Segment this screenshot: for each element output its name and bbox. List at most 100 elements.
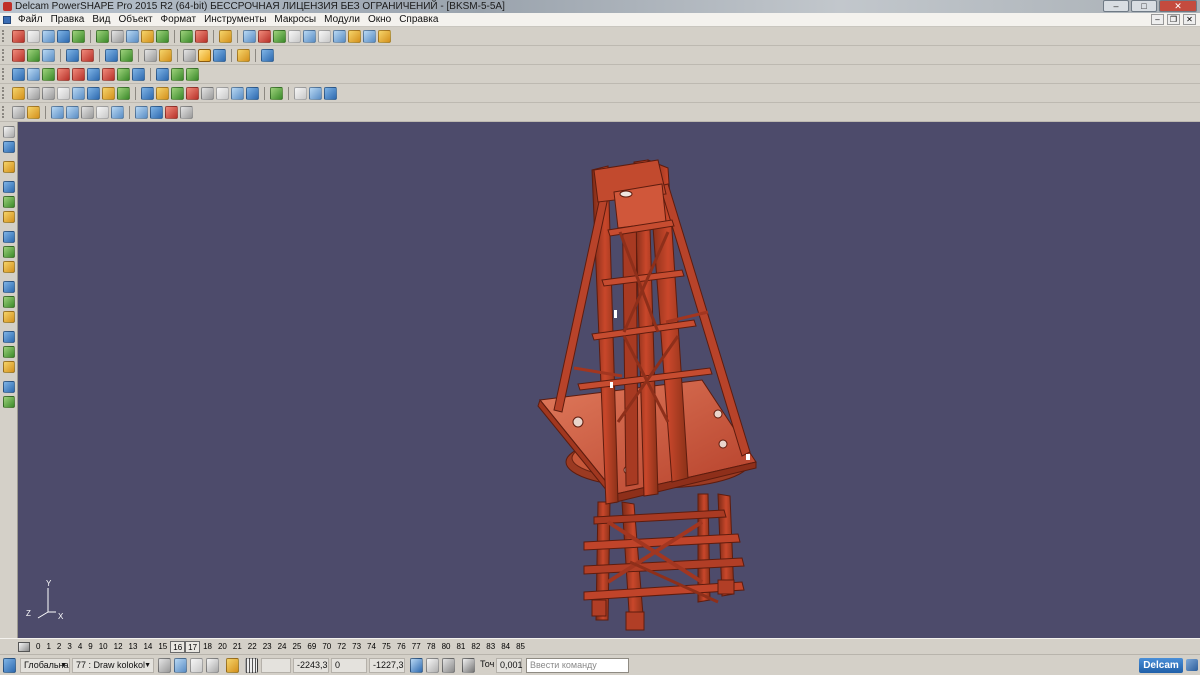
tool-c-icon[interactable] — [111, 106, 124, 119]
view-front-icon[interactable] — [27, 87, 40, 100]
level-0[interactable]: 0 — [33, 641, 43, 653]
mirror-icon[interactable] — [132, 68, 145, 81]
level-74[interactable]: 74 — [364, 641, 379, 653]
texture-icon[interactable] — [3, 396, 15, 408]
extra2-icon[interactable] — [309, 87, 322, 100]
undo-icon[interactable] — [180, 30, 193, 43]
level-15[interactable]: 15 — [155, 641, 170, 653]
toolbar-grip[interactable] — [2, 49, 8, 61]
level-24[interactable]: 24 — [275, 641, 290, 653]
level-12[interactable]: 12 — [111, 641, 126, 653]
extra3-icon[interactable] — [324, 87, 337, 100]
stack-icon[interactable] — [171, 68, 184, 81]
select-icon[interactable] — [3, 126, 15, 138]
view-iso4-icon[interactable] — [102, 87, 115, 100]
open-recent-icon[interactable] — [42, 30, 55, 43]
light-icon[interactable] — [237, 49, 250, 62]
menu-file[interactable]: Файл — [18, 13, 43, 27]
level-70[interactable]: 70 — [319, 641, 334, 653]
tolerance-icon[interactable] — [462, 658, 475, 673]
surface-icon[interactable] — [12, 68, 25, 81]
menu-help[interactable]: Справка — [399, 13, 438, 27]
cone-icon[interactable] — [42, 49, 55, 62]
check-icon[interactable] — [270, 87, 283, 100]
graphics-viewport[interactable]: Y Z X — [18, 122, 1200, 638]
wrap-icon[interactable] — [186, 68, 199, 81]
menu-macros[interactable]: Макросы — [274, 13, 316, 27]
view-iso2-icon[interactable] — [72, 87, 85, 100]
tool-b-icon[interactable] — [96, 106, 109, 119]
level-1[interactable]: 1 — [43, 641, 53, 653]
extra1-icon[interactable] — [294, 87, 307, 100]
level-16[interactable]: 16 — [170, 641, 186, 653]
zoom-window-icon[interactable] — [159, 49, 172, 62]
disp2-icon[interactable] — [156, 87, 169, 100]
toolbar-grip[interactable] — [2, 106, 8, 118]
surface-icon[interactable] — [3, 231, 15, 243]
extrude-icon[interactable] — [42, 68, 55, 81]
level-select[interactable]: 77 : Draw kolokol ▼ — [72, 658, 154, 673]
render-icon[interactable] — [3, 346, 15, 358]
disp3-icon[interactable] — [171, 87, 184, 100]
warp-icon[interactable] — [150, 106, 163, 119]
paste-special-icon[interactable] — [141, 30, 154, 43]
view-iso1-icon[interactable] — [57, 87, 70, 100]
level-22[interactable]: 22 — [245, 641, 260, 653]
box-view-icon[interactable] — [3, 311, 15, 323]
delete-icon[interactable] — [156, 30, 169, 43]
box-select-icon[interactable] — [174, 658, 187, 673]
layer-icon[interactable] — [3, 361, 15, 373]
lock-icon[interactable] — [206, 658, 219, 673]
cube-icon[interactable] — [12, 106, 25, 119]
view-iso5-icon[interactable] — [117, 87, 130, 100]
workplane-select[interactable]: Глобальна ▼ — [20, 658, 70, 673]
calculator-icon[interactable] — [410, 658, 423, 673]
document-icon[interactable] — [3, 16, 11, 24]
level-69[interactable]: 69 — [304, 641, 319, 653]
wireframe-icon[interactable] — [363, 30, 376, 43]
text-icon[interactable] — [318, 30, 331, 43]
level-2[interactable]: 2 — [54, 641, 64, 653]
coord-y-field[interactable]: 0 — [331, 658, 367, 673]
doc-minimize-button[interactable]: – — [1151, 14, 1164, 25]
doc-restore-button[interactable]: ❐ — [1167, 14, 1180, 25]
level-9[interactable]: 9 — [85, 641, 95, 653]
snap-icon[interactable] — [190, 658, 203, 673]
solid-view-icon[interactable] — [66, 49, 79, 62]
level-78[interactable]: 78 — [424, 641, 439, 653]
menu-format[interactable]: Формат — [161, 13, 197, 27]
revolve-icon[interactable] — [57, 68, 70, 81]
print-icon[interactable] — [72, 30, 85, 43]
analysis-icon[interactable] — [3, 331, 15, 343]
save-icon[interactable] — [57, 30, 70, 43]
level-13[interactable]: 13 — [126, 641, 141, 653]
materials-icon[interactable] — [261, 49, 274, 62]
filter-icon[interactable] — [258, 30, 271, 43]
level-20[interactable]: 20 — [215, 641, 230, 653]
level-80[interactable]: 80 — [439, 641, 454, 653]
level-23[interactable]: 23 — [260, 641, 275, 653]
doc-close-button[interactable]: ✕ — [1183, 14, 1196, 25]
maximize-button[interactable]: □ — [1131, 0, 1157, 12]
close-button[interactable]: ✕ — [1159, 0, 1197, 12]
redo-icon[interactable] — [195, 30, 208, 43]
shaded-icon[interactable] — [198, 49, 211, 62]
level-73[interactable]: 73 — [349, 641, 364, 653]
menu-edit[interactable]: Правка — [51, 13, 85, 27]
document-icon[interactable] — [426, 658, 439, 673]
disp4-icon[interactable] — [186, 87, 199, 100]
paste-icon[interactable] — [126, 30, 139, 43]
level-82[interactable]: 82 — [468, 641, 483, 653]
menu-object[interactable]: Объект — [118, 13, 152, 27]
shade-object-icon[interactable] — [3, 161, 15, 173]
toolbar-grip[interactable] — [2, 30, 8, 42]
zoom-in-icon[interactable] — [105, 49, 118, 62]
toolbar-grip[interactable] — [2, 68, 8, 80]
level-76[interactable]: 76 — [394, 641, 409, 653]
cylinder-icon[interactable] — [27, 49, 40, 62]
solid-icon[interactable] — [3, 261, 15, 273]
level-81[interactable]: 81 — [453, 641, 468, 653]
level-10[interactable]: 10 — [96, 641, 111, 653]
surface-view-icon[interactable] — [81, 49, 94, 62]
command-input[interactable]: Ввести команду — [526, 658, 629, 673]
